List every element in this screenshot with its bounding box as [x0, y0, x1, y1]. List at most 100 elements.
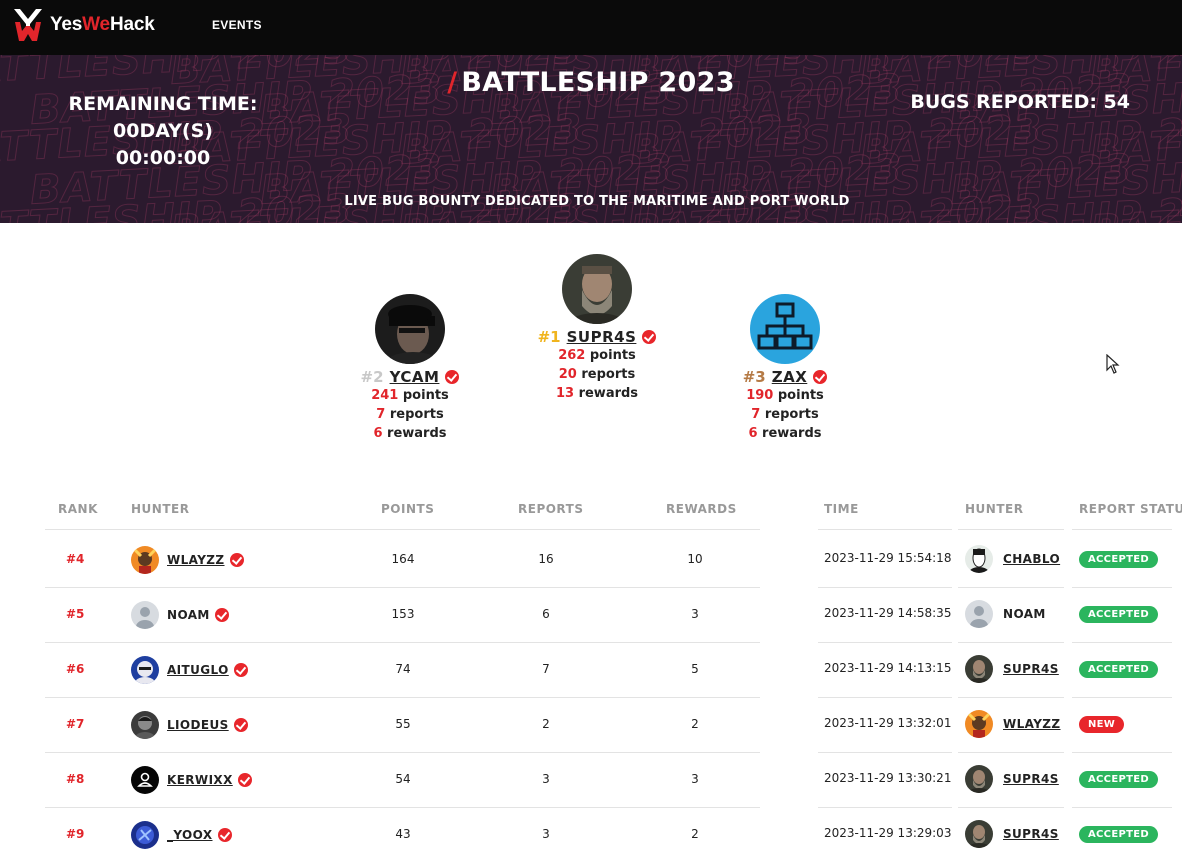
avatar[interactable]	[131, 656, 159, 684]
status-badge: ACCEPTED	[1079, 826, 1158, 843]
mouse-cursor-icon	[1106, 354, 1120, 374]
rank-cell: #8	[66, 772, 85, 786]
row-divider	[45, 587, 760, 588]
hunter-link[interactable]: AITUGLO	[167, 663, 229, 677]
row-divider	[1072, 529, 1172, 530]
row-divider	[45, 642, 760, 643]
avatar[interactable]	[131, 601, 159, 629]
avatar[interactable]	[965, 765, 993, 793]
avatar[interactable]	[131, 766, 159, 794]
row-divider	[958, 642, 1064, 643]
hunter-link[interactable]: _YOOX	[167, 828, 213, 842]
status-badge: ACCEPTED	[1079, 551, 1158, 568]
verified-icon	[229, 553, 244, 567]
hunter-link: NOAM	[1003, 607, 1046, 621]
verified-icon	[217, 828, 232, 842]
reports-cell: 2	[542, 717, 550, 731]
hunter-link[interactable]: WLAYZZ	[1003, 717, 1061, 731]
points-cell: 153	[391, 607, 415, 621]
rewards-cell: 2	[691, 827, 699, 841]
time-cell: 2023-11-29 14:13:15	[824, 661, 952, 675]
verified-icon	[233, 663, 248, 677]
hunter-link[interactable]: WLAYZZ	[167, 553, 225, 567]
col-header-report-status: REPORT STATUS	[1079, 502, 1182, 516]
avatar[interactable]	[131, 546, 159, 574]
row-divider	[818, 752, 952, 753]
hunter-link[interactable]: LIODEUS	[167, 718, 229, 732]
rewards-cell: 2	[691, 717, 699, 731]
row-divider	[1072, 752, 1172, 753]
top-nav: YesWeHack EVENTS	[0, 0, 1182, 55]
avatar[interactable]	[131, 711, 159, 739]
hunter-cell: _YOOX	[131, 821, 232, 849]
avatar[interactable]	[965, 710, 993, 738]
avatar[interactable]	[562, 254, 632, 324]
brand-name: YesWeHack	[50, 14, 155, 35]
nav-events-link[interactable]: EVENTS	[212, 18, 262, 32]
hunter-link[interactable]: KERWIXX	[167, 773, 233, 787]
row-divider	[1072, 807, 1172, 808]
points-cell: 54	[395, 772, 411, 786]
row-divider	[818, 807, 952, 808]
reports-cell: 16	[538, 552, 554, 566]
rank-cell: #7	[66, 717, 85, 731]
podium-hunter: #2 YCAM	[340, 368, 480, 386]
rank-cell: #6	[66, 662, 85, 676]
verified-icon	[233, 718, 248, 732]
rank-cell: #5	[66, 607, 85, 621]
row-divider	[958, 752, 1064, 753]
hunter-cell: SUPR4S	[965, 765, 1059, 793]
podium-first: #1 SUPR4S 262 points 20 reports 13 rewar…	[527, 254, 667, 403]
reports-cell: 3	[542, 827, 550, 841]
avatar[interactable]	[965, 655, 993, 683]
event-tagline: LIVE BUG BOUNTY DEDICATED TO THE MARITIM…	[344, 194, 850, 209]
yeswehack-logo-icon	[14, 9, 42, 41]
avatar[interactable]	[750, 294, 820, 364]
hunter-link[interactable]: SUPR4S	[1003, 772, 1059, 786]
hunter-link: NOAM	[167, 608, 210, 622]
points-cell: 164	[391, 552, 415, 566]
podium-hunter: #1 SUPR4S	[527, 328, 667, 346]
hunter-link[interactable]: SUPR4S	[567, 328, 637, 346]
time-cell: 2023-11-29 13:30:21	[824, 771, 952, 785]
podium-rewards: 6 rewards	[748, 426, 822, 441]
avatar[interactable]	[965, 545, 993, 573]
hunter-link[interactable]: ZAX	[772, 368, 808, 386]
brand-logo[interactable]: YesWeHack	[14, 9, 155, 41]
avatar[interactable]	[965, 600, 993, 628]
podium-second: #2 YCAM 241 points 7 reports 6 rewards	[340, 294, 480, 443]
hunter-link[interactable]: CHABLO	[1003, 552, 1060, 566]
hunter-cell: WLAYZZ	[131, 546, 244, 574]
hunter-link[interactable]: SUPR4S	[1003, 662, 1059, 676]
row-divider	[1072, 587, 1172, 588]
hunter-link[interactable]: YCAM	[390, 368, 440, 386]
avatar[interactable]	[965, 820, 993, 848]
verified-icon	[813, 370, 828, 384]
podium-reports: 7 reports	[376, 407, 444, 422]
points-cell: 74	[395, 662, 411, 676]
reports-cell: 3	[542, 772, 550, 786]
remaining-time: REMAINING TIME: 00DAY(S) 00:00:00	[68, 93, 258, 169]
hunter-cell: NOAM	[131, 601, 229, 629]
time-cell: 2023-11-29 13:32:01	[824, 716, 952, 730]
hunter-cell: LIODEUS	[131, 711, 248, 739]
rewards-cell: 5	[691, 662, 699, 676]
verified-icon	[237, 773, 252, 787]
podium-rewards: 6 rewards	[373, 426, 447, 441]
hunter-cell: CHABLO	[965, 545, 1060, 573]
hunter-link[interactable]: SUPR4S	[1003, 827, 1059, 841]
verified-icon	[214, 608, 229, 622]
row-divider	[818, 529, 952, 530]
verified-icon	[642, 330, 657, 344]
event-banner: BATTLESHIP 2023BATTLESHIP 2023BATTLESHIP…	[0, 55, 1182, 223]
podium-points: 262 points	[558, 348, 636, 363]
avatar[interactable]	[131, 821, 159, 849]
podium-rank: #2	[360, 368, 384, 386]
status-badge: ACCEPTED	[1079, 606, 1158, 623]
hunter-cell: AITUGLO	[131, 656, 248, 684]
avatar[interactable]	[375, 294, 445, 364]
status-badge: ACCEPTED	[1079, 771, 1158, 788]
row-divider	[45, 529, 760, 530]
rewards-cell: 10	[687, 552, 703, 566]
podium-rewards: 13 rewards	[555, 386, 639, 401]
